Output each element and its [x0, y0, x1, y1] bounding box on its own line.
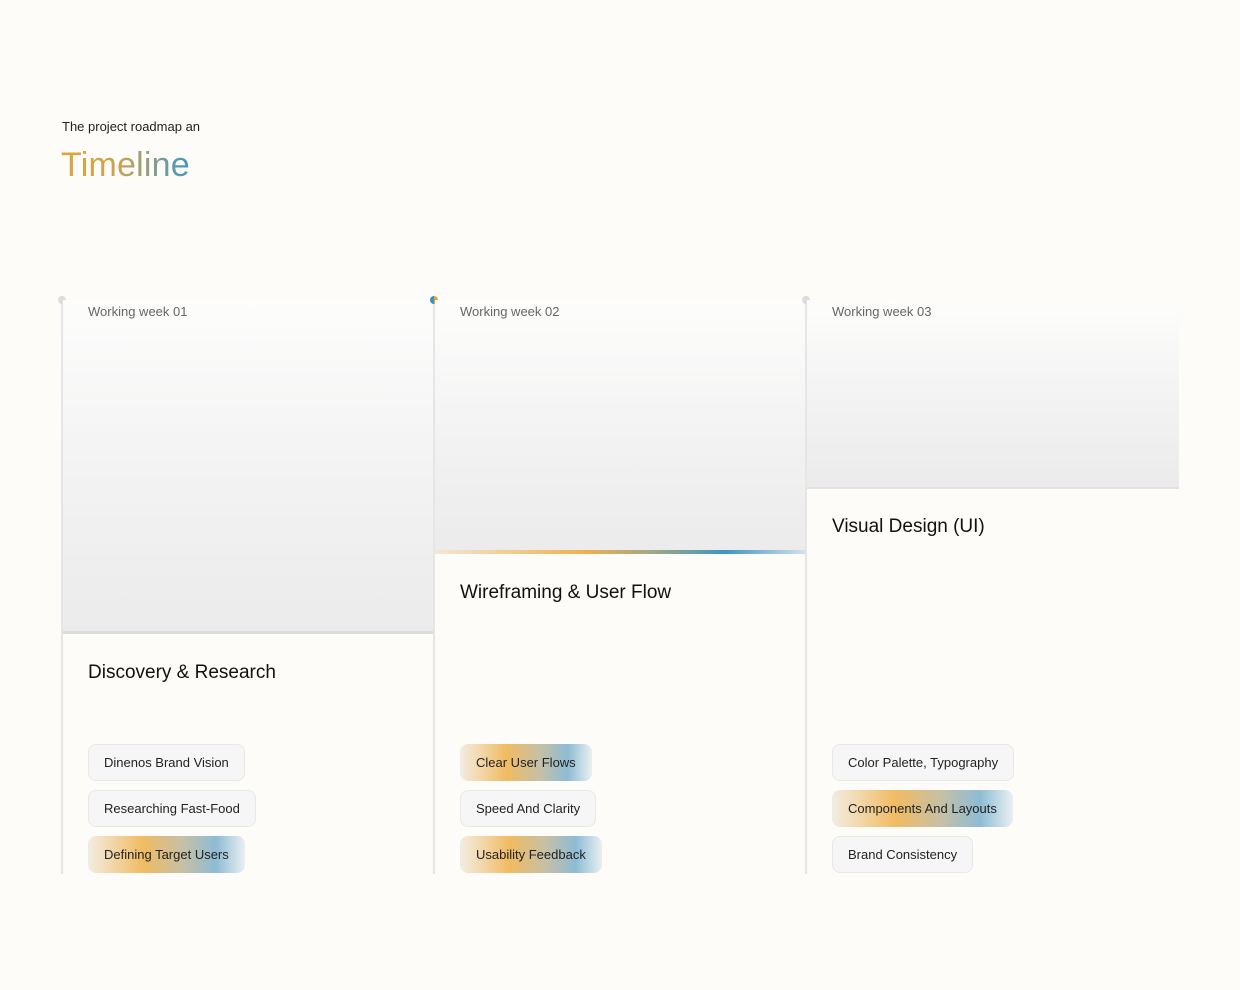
topic-chip[interactable]: Brand Consistency — [832, 836, 974, 873]
timeline-column-week-02: Working week 02 Wireframing & User Flow … — [430, 296, 807, 874]
chip-list: Color Palette, Typography Components And… — [832, 744, 1015, 882]
timeline-column-week-01: Working week 01 Discovery & Research Din… — [58, 296, 435, 874]
topic-chip[interactable]: Speed And Clarity — [460, 790, 597, 827]
page-title: Timeline — [61, 146, 190, 184]
topic-chip-highlighted[interactable]: Defining Target Users — [88, 836, 245, 873]
topic-chip-highlighted[interactable]: Components And Layouts — [832, 790, 1013, 827]
topic-chip[interactable]: Color Palette, Typography — [832, 744, 1015, 781]
week-label: Working week 03 — [832, 304, 932, 319]
week-image-placeholder — [807, 300, 1179, 489]
phase-title: Wireframing & User Flow — [460, 582, 672, 603]
topic-chip[interactable]: Researching Fast-Food — [88, 790, 256, 827]
week-image-placeholder — [63, 300, 435, 634]
phase-title: Visual Design (UI) — [832, 516, 985, 537]
topic-chip-highlighted[interactable]: Clear User Flows — [460, 744, 592, 781]
section-eyebrow: The project roadmap an — [62, 119, 201, 134]
timeline-column-week-03: Working week 03 Visual Design (UI) Color… — [802, 296, 1179, 874]
chip-list: Dinenos Brand Vision Researching Fast-Fo… — [88, 744, 256, 882]
phase-title: Discovery & Research — [88, 662, 276, 683]
week-progress-bar — [435, 550, 807, 554]
week-label: Working week 02 — [460, 304, 560, 319]
week-image-placeholder — [435, 300, 807, 554]
timeline-page: The project roadmap an Timeline Working … — [0, 0, 1240, 990]
topic-chip-highlighted[interactable]: Usability Feedback — [460, 836, 602, 873]
topic-chip[interactable]: Dinenos Brand Vision — [88, 744, 245, 781]
week-label: Working week 01 — [88, 304, 188, 319]
chip-list: Clear User Flows Speed And Clarity Usabi… — [460, 744, 602, 882]
